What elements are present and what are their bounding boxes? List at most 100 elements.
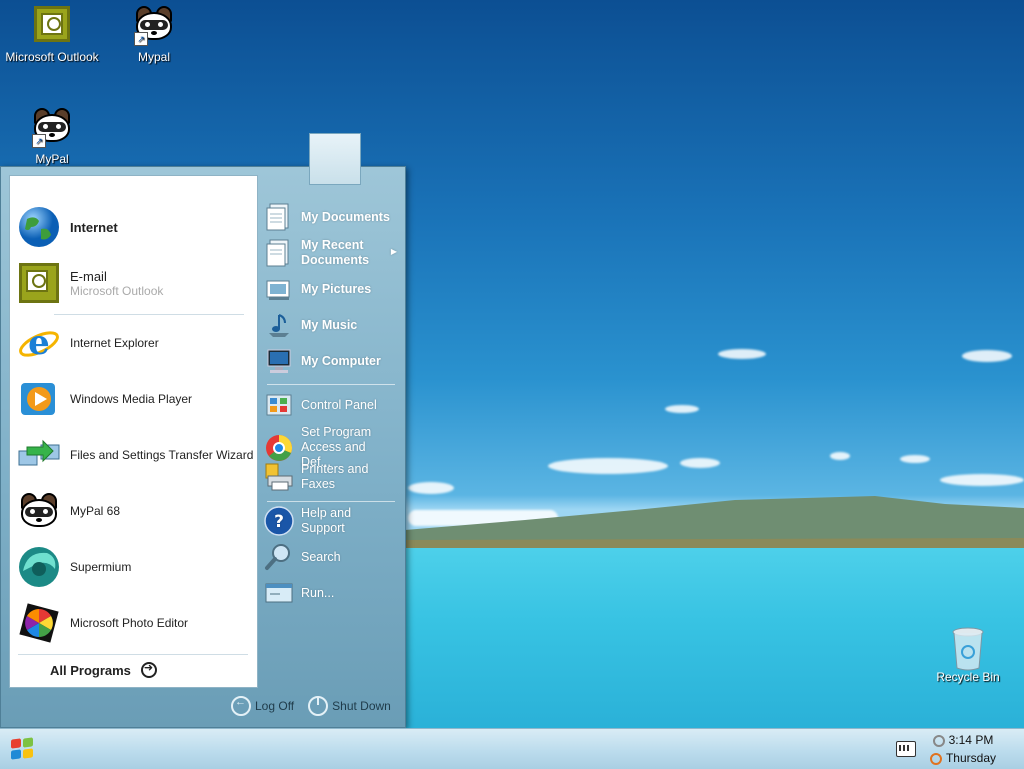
mypal-icon: [16, 488, 62, 534]
place-my-pictures[interactable]: My Pictures: [263, 273, 403, 305]
cloud: [680, 458, 720, 468]
pictures-icon: [263, 273, 295, 305]
place-my-computer[interactable]: My Computer: [263, 345, 403, 377]
taskbar: 3:14 PM Thursday: [0, 728, 1024, 769]
pinned-item-title: E-mail: [70, 268, 107, 284]
recent-program-label: Supermium: [70, 560, 132, 574]
cloud: [962, 350, 1012, 362]
place-label: My Pictures: [301, 281, 372, 296]
recent-program-label: Microsoft Photo Editor: [70, 616, 189, 630]
cloud: [665, 405, 699, 413]
program-access-icon: [263, 432, 295, 464]
place-run[interactable]: Run...: [263, 577, 403, 609]
log-off-label: Log Off: [255, 699, 295, 713]
log-off-icon: [231, 696, 251, 716]
cloud: [830, 452, 850, 460]
shortcut-arrow-icon: ↗: [32, 134, 46, 148]
music-icon: [263, 309, 295, 341]
svg-text:?: ?: [274, 512, 284, 532]
recent-program-label: Internet Explorer: [70, 336, 159, 350]
recycle-bin-icon: [948, 626, 988, 671]
place-label: Control Panel: [301, 397, 377, 412]
clock-time: 3:14 PM: [948, 733, 994, 747]
start-menu-programs-pane: Internet E-mail Microsoft Outlook e Inte…: [9, 175, 258, 688]
cloud: [940, 474, 1024, 486]
submenu-arrow-icon: ▶: [390, 247, 397, 256]
place-printers-and-faxes[interactable]: Printers and Faxes: [263, 461, 403, 493]
help-icon: ?: [263, 505, 295, 537]
clock[interactable]: 3:14 PM Thursday: [929, 731, 996, 767]
globe-icon: [16, 204, 62, 250]
place-my-documents[interactable]: My Documents: [263, 201, 403, 233]
arrow-right-icon: [140, 661, 157, 678]
cloud: [718, 349, 766, 359]
printer-icon: [263, 461, 295, 493]
recent-program-internet-explorer[interactable]: e Internet Explorer: [16, 318, 254, 368]
place-label: Help and Support: [301, 506, 352, 535]
system-tray: 3:14 PM Thursday: [895, 729, 1024, 769]
place-label: My Computer: [301, 353, 381, 368]
desktop-icon-label: Mypal: [137, 50, 170, 64]
shut-down-label: Shut Down: [332, 699, 391, 713]
separator: [54, 314, 244, 315]
separator: [267, 501, 395, 502]
recent-program-label: Files and Settings Transfer Wizard: [70, 448, 254, 462]
desktop-icon-mypal[interactable]: ↗ Mypal: [106, 6, 202, 64]
mypal-icon: ↗: [134, 6, 174, 46]
all-programs-label: All Programs: [50, 662, 131, 678]
desktop-icon-mypal-2[interactable]: ↗ MyPal: [4, 108, 100, 166]
log-off-button[interactable]: Log Off: [231, 696, 294, 716]
recent-program-label: Windows Media Player: [70, 392, 193, 406]
search-icon: [263, 541, 295, 573]
desktop-icon-label: Microsoft Outlook: [5, 50, 99, 64]
shut-down-button[interactable]: Shut Down: [308, 696, 391, 716]
separator: [267, 384, 395, 385]
recent-program-supermium[interactable]: Supermium: [16, 542, 254, 592]
separator: [18, 654, 248, 655]
photo-editor-icon: [16, 600, 62, 646]
place-label: Run...: [301, 585, 335, 600]
supermium-icon: [16, 544, 62, 590]
recent-program-label: MyPal 68: [70, 504, 121, 518]
media-player-icon: [16, 376, 62, 422]
place-help-and-support[interactable]: ? Help and Support: [263, 505, 403, 537]
recent-program-photo-editor[interactable]: Microsoft Photo Editor: [16, 598, 254, 648]
clock-day: Thursday: [945, 751, 996, 765]
recent-program-windows-media-player[interactable]: Windows Media Player: [16, 374, 254, 424]
user-picture-frame[interactable]: [309, 133, 361, 185]
svg-text:e: e: [28, 323, 50, 363]
computer-icon: [263, 345, 295, 377]
place-label: My Music: [301, 317, 358, 332]
desktop-icon-recycle-bin[interactable]: Recycle Bin: [920, 626, 1016, 684]
place-label: My Documents: [301, 209, 390, 224]
pinned-item-email[interactable]: E-mail Microsoft Outlook: [16, 258, 254, 308]
pinned-item-internet[interactable]: Internet: [16, 202, 254, 252]
place-label: Search: [301, 549, 341, 564]
documents-icon: [263, 201, 295, 233]
network-icon: [932, 734, 945, 747]
place-label: My Recent Documents: [301, 238, 370, 267]
place-my-music[interactable]: My Music: [263, 309, 403, 341]
run-icon: [263, 577, 295, 609]
desktop-icon-label: Recycle Bin: [936, 670, 1000, 684]
place-search[interactable]: Search: [263, 541, 403, 573]
control-panel-icon: [263, 389, 295, 421]
recent-program-transfer-wizard[interactable]: Files and Settings Transfer Wizard: [16, 430, 254, 480]
desktop-icon-outlook[interactable]: Microsoft Outlook: [4, 6, 100, 64]
start-button[interactable]: [10, 737, 36, 761]
shortcut-arrow-icon: ↗: [134, 32, 148, 46]
recent-documents-icon: [263, 237, 295, 269]
transfer-wizard-icon: [16, 432, 62, 478]
recent-program-mypal[interactable]: MyPal 68: [16, 486, 254, 536]
desktop-icon-label: MyPal: [35, 152, 69, 166]
cloud: [548, 458, 668, 474]
outlook-icon: [32, 6, 72, 46]
start-menu-footer: Log Off Shut Down: [231, 689, 401, 723]
pinned-item-title: Internet: [70, 219, 118, 235]
place-my-recent-documents[interactable]: My Recent Documents ▶: [263, 237, 403, 269]
pinned-item-subtitle: Microsoft Outlook: [70, 283, 164, 298]
place-control-panel[interactable]: Control Panel: [263, 389, 403, 421]
keyboard-icon[interactable]: [895, 741, 916, 757]
all-programs-button[interactable]: All Programs: [50, 661, 157, 678]
start-menu: Internet E-mail Microsoft Outlook e Inte…: [0, 133, 406, 728]
